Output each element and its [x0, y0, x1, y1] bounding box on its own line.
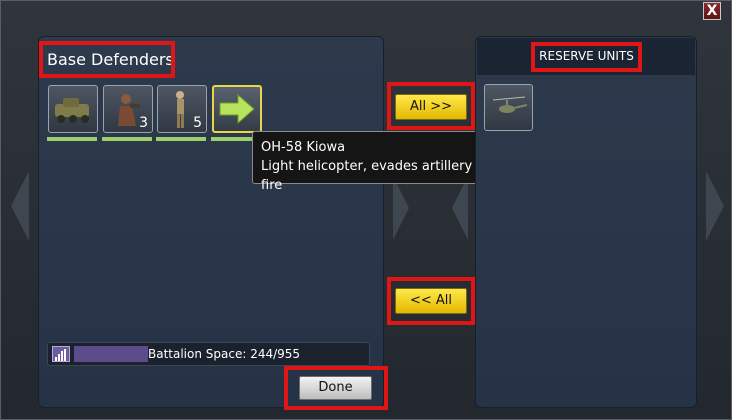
move-all-left-button[interactable]: << All — [395, 288, 467, 314]
battalion-space-bar: Battalion Space: 244/955 — [47, 342, 370, 366]
tooltip-description: Light helicopter, evades artillery fire — [261, 159, 473, 193]
unit-count: 3 — [139, 115, 148, 131]
reserve-title-highlight — [531, 42, 642, 72]
unit-slot-selected[interactable] — [211, 85, 262, 141]
unit-health-bar — [102, 137, 152, 141]
move-all-right-button[interactable]: All >> — [395, 94, 467, 120]
done-button[interactable]: Done — [299, 376, 372, 400]
signal-icon — [52, 346, 70, 362]
armored-vehicle-icon — [55, 98, 89, 123]
unit-tooltip: OH-58 Kiowa Light helicopter, evades art… — [252, 131, 497, 193]
unit-health-bar — [156, 137, 206, 141]
unit-count: 5 — [193, 115, 202, 131]
battalion-space-label: Battalion Space: 244/955 — [148, 347, 301, 361]
prev-page-arrow-icon[interactable] — [9, 171, 31, 241]
helicopter-icon — [492, 96, 528, 113]
title-highlight — [39, 41, 175, 78]
unit-health-bar — [47, 137, 97, 141]
close-button[interactable]: X — [703, 2, 721, 20]
unit-slot[interactable]: 3 — [102, 85, 153, 141]
tooltip-title: OH-58 Kiowa — [261, 140, 346, 155]
unit-slot[interactable] — [47, 85, 98, 141]
unit-slot[interactable]: 5 — [156, 85, 207, 141]
arrow-right-icon — [219, 93, 255, 125]
battalion-space-fill — [74, 346, 148, 362]
next-page-arrow-icon[interactable] — [704, 171, 726, 241]
reserve-unit-slot[interactable] — [484, 84, 533, 131]
